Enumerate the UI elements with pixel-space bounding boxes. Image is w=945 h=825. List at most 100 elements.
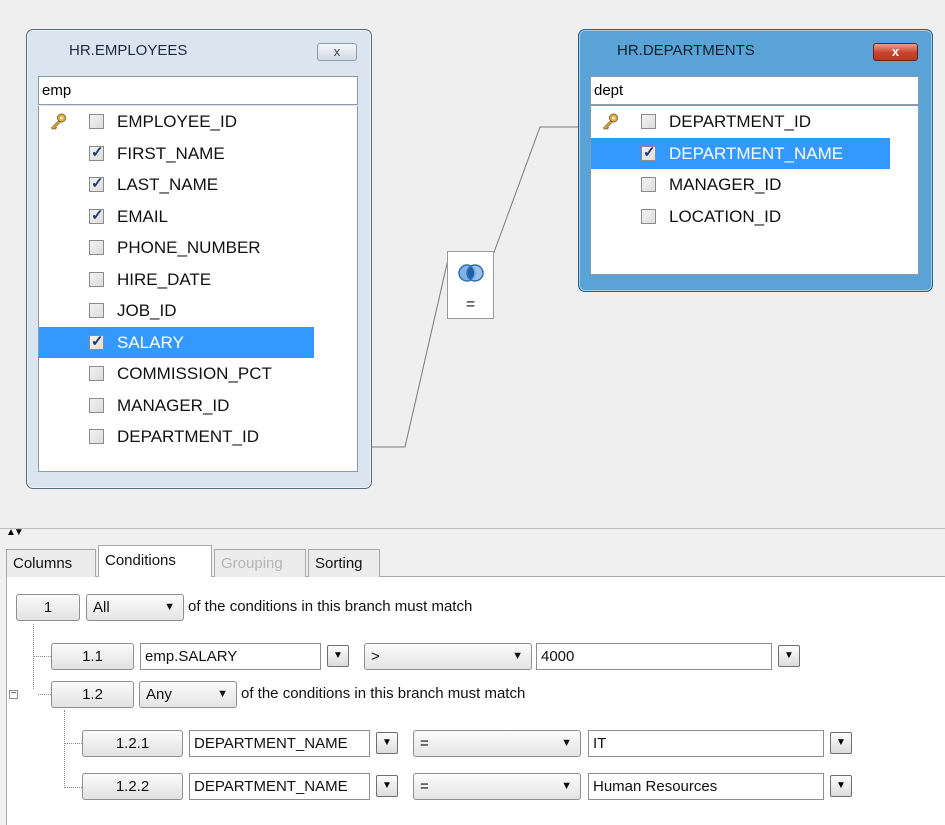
departments-table-window[interactable]: HR.DEPARTMENTS x dept DEPARTMENT_IDDEPAR… — [578, 29, 933, 292]
departments-close-button[interactable]: x — [873, 43, 918, 61]
condition-field-input[interactable]: emp.SALARY — [140, 643, 321, 670]
operator-combo[interactable]: = ▼ — [413, 773, 581, 800]
operator-combo[interactable]: > ▼ — [364, 643, 532, 670]
join-operator: = — [465, 296, 476, 313]
column-name: FIRST_NAME — [117, 143, 225, 163]
tab-columns[interactable]: Columns — [6, 549, 96, 577]
emp-column-row[interactable]: PHONE_NUMBER — [39, 232, 357, 263]
employees-alias-field[interactable]: emp — [38, 76, 358, 105]
chevron-down-icon: ▼ — [333, 650, 343, 661]
column-checkbox[interactable] — [641, 114, 656, 129]
employees-close-button[interactable]: x — [317, 43, 357, 61]
emp-column-row[interactable]: DEPARTMENT_ID — [39, 421, 357, 452]
condition-node-button[interactable]: 1.2 — [51, 681, 134, 708]
branch-description: of the conditions in this branch must ma… — [188, 598, 473, 615]
chevron-down-icon: ▼ — [561, 780, 572, 792]
column-name: LOCATION_ID — [669, 206, 782, 226]
branch-mode-combo[interactable]: All ▼ — [86, 594, 184, 621]
tree-line — [64, 787, 82, 788]
branch-mode-combo[interactable]: Any ▼ — [139, 681, 237, 708]
dept-column-row[interactable]: MANAGER_ID — [591, 169, 918, 200]
column-name: EMPLOYEE_ID — [117, 111, 237, 131]
tab-conditions[interactable]: Conditions — [98, 545, 212, 577]
column-name: JOB_ID — [117, 300, 177, 320]
column-name: HIRE_DATE — [117, 269, 212, 289]
emp-column-row[interactable]: FIRST_NAME — [39, 138, 357, 169]
column-checkbox[interactable] — [89, 174, 104, 192]
chevron-down-icon: ▼ — [382, 780, 392, 791]
departments-column-list: DEPARTMENT_ID DEPARTMENT_NAME MANAGER_ID LO… — [590, 106, 919, 275]
chevron-down-icon: ▼ — [836, 780, 846, 791]
column-checkbox[interactable] — [89, 429, 104, 444]
tab-grouping: Grouping — [214, 549, 306, 577]
emp-column-row[interactable]: JOB_ID — [39, 295, 357, 326]
chevron-down-icon: ▼ — [164, 601, 175, 613]
column-name: DEPARTMENT_ID — [117, 426, 260, 446]
condition-node-button[interactable]: 1.2.2 — [82, 773, 183, 800]
tab-sorting[interactable]: Sorting — [308, 549, 380, 577]
column-name: MANAGER_ID — [669, 174, 782, 194]
emp-column-row[interactable]: EMPLOYEE_ID — [39, 106, 357, 137]
operator-combo[interactable]: = ▼ — [413, 730, 581, 757]
primary-key-icon — [602, 113, 618, 130]
condition-node-button[interactable]: 1.1 — [51, 643, 134, 670]
column-checkbox[interactable] — [89, 143, 104, 161]
column-name: SALARY — [117, 332, 184, 352]
branch-description: of the conditions in this branch must ma… — [241, 685, 526, 702]
field-dropdown-button[interactable]: ▼ — [376, 775, 398, 797]
condition-value-input[interactable]: IT — [588, 730, 824, 757]
column-checkbox[interactable] — [89, 332, 104, 350]
column-checkbox[interactable] — [89, 398, 104, 413]
departments-alias-field[interactable]: dept — [590, 76, 919, 105]
condition-field-input[interactable]: DEPARTMENT_NAME — [189, 730, 370, 757]
column-checkbox[interactable] — [89, 206, 104, 224]
condition-field-input[interactable]: DEPARTMENT_NAME — [189, 773, 370, 800]
close-icon: x — [891, 44, 900, 59]
employees-column-list: EMPLOYEE_ID FIRST_NAME LAST_NAME EMAIL PHONE… — [38, 106, 358, 472]
emp-column-row[interactable]: MANAGER_ID — [39, 390, 357, 421]
primary-key-icon — [50, 113, 66, 130]
splitter-arrows-icon[interactable]: ▲▼ — [6, 528, 24, 538]
column-checkbox[interactable] — [89, 272, 104, 287]
emp-column-row[interactable]: LAST_NAME — [39, 169, 357, 200]
condition-value-input[interactable]: 4000 — [536, 643, 772, 670]
column-name: DEPARTMENT_ID — [669, 111, 812, 131]
collapse-icon[interactable]: − — [9, 689, 18, 699]
column-name: EMAIL — [117, 206, 169, 226]
join-link-box[interactable]: = — [447, 251, 494, 319]
value-dropdown-button[interactable]: ▼ — [778, 645, 800, 667]
chevron-down-icon: ▼ — [217, 688, 228, 700]
column-name: PHONE_NUMBER — [117, 237, 261, 257]
condition-node-button[interactable]: 1.2.1 — [82, 730, 183, 757]
value-dropdown-button[interactable]: ▼ — [830, 732, 852, 754]
emp-column-row[interactable]: HIRE_DATE — [39, 264, 357, 295]
chevron-down-icon: ▼ — [784, 650, 794, 661]
emp-column-row[interactable]: SALARY — [39, 327, 314, 358]
emp-column-row[interactable]: COMMISSION_PCT — [39, 358, 357, 389]
field-dropdown-button[interactable]: ▼ — [327, 645, 349, 667]
dept-column-row[interactable]: DEPARTMENT_NAME — [591, 138, 890, 169]
column-name: DEPARTMENT_NAME — [669, 143, 844, 163]
condition-value-input[interactable]: Human Resources — [588, 773, 824, 800]
column-checkbox[interactable] — [89, 366, 104, 381]
field-dropdown-button[interactable]: ▼ — [376, 732, 398, 754]
column-checkbox[interactable] — [641, 209, 656, 224]
column-checkbox[interactable] — [89, 303, 104, 318]
column-checkbox[interactable] — [89, 240, 104, 255]
employees-table-window[interactable]: HR.EMPLOYEES x emp EMPLOYEE_IDFIRST_NAME… — [26, 29, 372, 489]
tree-line — [33, 656, 51, 657]
close-icon: x — [333, 44, 341, 59]
dept-column-row[interactable]: LOCATION_ID — [591, 201, 918, 232]
column-checkbox[interactable] — [641, 177, 656, 192]
value-dropdown-button[interactable]: ▼ — [830, 775, 852, 797]
condition-node-button[interactable]: 1 — [16, 594, 80, 621]
column-checkbox[interactable] — [89, 114, 104, 129]
chevron-down-icon: ▼ — [561, 737, 572, 749]
column-checkbox[interactable] — [641, 143, 656, 161]
query-diagram-canvas[interactable]: HR.EMPLOYEES x emp EMPLOYEE_IDFIRST_NAME… — [0, 0, 945, 528]
dept-column-row[interactable]: DEPARTMENT_ID — [591, 106, 918, 137]
emp-column-row[interactable]: EMAIL — [39, 201, 357, 232]
chevron-down-icon: ▼ — [512, 650, 523, 662]
pane-splitter[interactable]: ▲▼ — [0, 528, 945, 543]
column-name: LAST_NAME — [117, 174, 219, 194]
